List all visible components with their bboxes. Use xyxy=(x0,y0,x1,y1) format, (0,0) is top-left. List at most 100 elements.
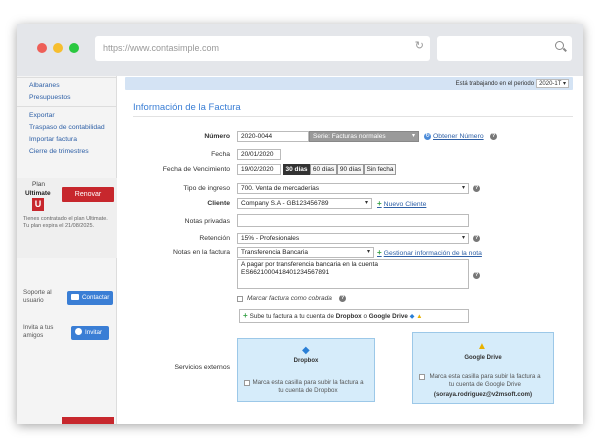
address-text: https://www.contasimple.com xyxy=(103,43,220,53)
sidebar-divider xyxy=(17,77,117,78)
due-none-button[interactable]: Sin fecha xyxy=(364,164,396,175)
cliente-label: Cliente xyxy=(207,200,230,207)
numero-input[interactable]: 2020-0044 xyxy=(237,131,309,142)
period-select[interactable]: 2020-1T ▾ xyxy=(536,79,569,88)
vencimiento-label: Fecha de Vencimiento xyxy=(162,166,230,173)
due-30-button[interactable]: 30 días xyxy=(283,164,310,175)
help-icon[interactable]: ? xyxy=(473,185,480,192)
contactar-label: Contactar xyxy=(82,294,110,301)
invitar-label: Invitar xyxy=(85,329,103,336)
sidebar-link-importar[interactable]: Importar factura xyxy=(29,136,77,143)
help-icon[interactable]: ? xyxy=(473,235,480,242)
sidebar-divider xyxy=(17,106,117,107)
notas-factura-select[interactable]: Transferencia Bancaria ▾ xyxy=(237,247,374,258)
sidebar-link-presupuestos[interactable]: Presupuestos xyxy=(29,94,71,101)
support-text: Soporte al usuario xyxy=(23,289,52,304)
servicios-dropbox: Dropbox xyxy=(335,313,362,320)
gdrive-card: ▲ Google Drive Marca esta casilla para s… xyxy=(412,332,554,404)
chevron-down-icon: ▾ xyxy=(461,235,465,241)
reload-icon[interactable]: ↻ xyxy=(415,41,424,52)
chevron-down-icon: ▾ xyxy=(411,133,415,139)
notas-privadas-label: Notas privadas xyxy=(184,218,230,225)
notas-factura-label: Notas en la factura xyxy=(172,249,230,256)
gdrive-email: (soraya.rodriguez@v2msoft.com) xyxy=(433,391,533,398)
plus-icon: + xyxy=(243,311,248,320)
invite-icon xyxy=(75,328,82,335)
period-strip: Está trabajando en el periodo 2020-1T ▾ xyxy=(125,77,573,90)
sidebar: Albaranes Presupuestos Exportar Traspaso… xyxy=(17,76,117,424)
help-icon[interactable]: ? xyxy=(339,295,346,302)
fecha-input[interactable]: 20/01/2020 xyxy=(237,149,281,160)
tipo-label: Tipo de ingreso xyxy=(183,185,230,192)
browser-search-box[interactable] xyxy=(437,36,572,61)
servicios-o: o xyxy=(363,313,367,320)
plus-icon: + xyxy=(377,248,382,257)
notas-privadas-input[interactable] xyxy=(237,214,469,227)
serie-value: Serie: Facturas normales xyxy=(313,133,386,140)
contactar-button[interactable]: Contactar xyxy=(67,291,113,305)
search-icon xyxy=(555,41,564,50)
period-indicator: Está trabajando en el periodo 2020-1T ▾ xyxy=(456,79,569,88)
sidebar-link-traspaso[interactable]: Traspaso de contabilidad xyxy=(29,124,105,131)
sidebar-link-albaranes[interactable]: Albaranes xyxy=(29,82,60,89)
servicios-gdrive: Google Drive xyxy=(368,313,408,320)
plan-box: Plan Ultimate U Renovar Tienes contratad… xyxy=(17,178,117,258)
servicios-text: Sube tu factura a tu cuenta de xyxy=(249,313,335,320)
address-bar[interactable]: https://www.contasimple.com ↻ xyxy=(95,36,430,61)
tipo-value: 700. Venta de mercaderías xyxy=(241,185,320,192)
renovar-button[interactable]: Renovar xyxy=(62,187,114,202)
mail-icon xyxy=(71,294,79,300)
sidebar-link-cierre[interactable]: Cierre de trimestres xyxy=(29,148,89,155)
gdrive-card-text: Marca esta casilla para subir la factura… xyxy=(429,373,541,388)
nuevo-cliente-label: Nuevo Cliente xyxy=(383,201,427,208)
numero-label: Número xyxy=(204,133,230,140)
plan-badge-icon: U xyxy=(32,198,44,211)
cobrada-label: Marcar factura como cobrada xyxy=(247,295,332,302)
invitar-button[interactable]: Invitar xyxy=(71,326,109,340)
cobrada-checkbox[interactable] xyxy=(237,296,243,302)
dropbox-card-title: Dropbox xyxy=(293,358,319,364)
retencion-label: Retención xyxy=(199,235,230,242)
plan-label: Plan xyxy=(32,181,46,188)
gdrive-card-title: Google Drive xyxy=(464,355,502,361)
refresh-icon[interactable]: ↻ xyxy=(424,133,431,140)
maximize-window-button[interactable] xyxy=(69,43,79,53)
help-icon[interactable]: ? xyxy=(490,133,497,140)
due-60-button[interactable]: 60 días xyxy=(310,164,337,175)
period-text: Está trabajando en el periodo xyxy=(455,81,535,87)
chevron-down-icon: ▾ xyxy=(364,200,368,206)
title-divider xyxy=(133,116,573,117)
notas-factura-value: Transferencia Bancaria xyxy=(241,249,308,256)
main-content: Está trabajando en el periodo 2020-1T ▾ I… xyxy=(117,76,583,424)
dropbox-card: ◆ Dropbox Marca esta casilla para subir … xyxy=(237,338,375,402)
servicios-box[interactable]: + Sube tu factura a tu cuenta de Dropbox … xyxy=(239,309,469,323)
chevron-down-icon: ▾ xyxy=(461,185,465,191)
plan-name: Ultimate xyxy=(25,190,51,197)
invite-text: Invita a tus amigos xyxy=(23,324,54,339)
serie-select[interactable]: Serie: Facturas normales ▾ xyxy=(309,131,419,142)
retencion-select[interactable]: 15% - Profesionales ▾ xyxy=(237,233,469,244)
close-window-button[interactable] xyxy=(37,43,47,53)
chevron-down-icon: ▾ xyxy=(366,249,370,255)
cliente-select[interactable]: Company S.A - GB123456789 ▾ xyxy=(237,198,372,209)
sidebar-link-exportar[interactable]: Exportar xyxy=(29,112,55,119)
obtener-numero-link[interactable]: Obtener Número xyxy=(433,133,484,140)
section-title: Información de la Factura xyxy=(133,102,241,113)
dropbox-icon: ◆ xyxy=(409,313,415,320)
gestionar-nota-link[interactable]: + Gestionar información de la nota xyxy=(377,248,482,257)
google-drive-icon: ▲ xyxy=(416,313,423,320)
nuevo-cliente-link[interactable]: + Nuevo Cliente xyxy=(377,199,426,208)
sidebar-red-button[interactable] xyxy=(62,417,114,424)
plus-icon: + xyxy=(377,199,382,208)
tipo-select[interactable]: 700. Venta de mercaderías ▾ xyxy=(237,183,469,194)
notas-factura-textarea[interactable]: A pagar por transferencia bancaria en la… xyxy=(237,259,469,289)
due-90-button[interactable]: 90 días xyxy=(337,164,364,175)
browser-window: https://www.contasimple.com ↻ Albaranes … xyxy=(17,24,583,424)
period-value: 2020-1T xyxy=(539,81,562,87)
dropbox-card-text: Marca esta casilla para subir la factura… xyxy=(252,379,364,394)
minimize-window-button[interactable] xyxy=(53,43,63,53)
retencion-value: 15% - Profesionales xyxy=(241,235,300,242)
gestionar-label: Gestionar información de la nota xyxy=(383,250,482,257)
vencimiento-input[interactable]: 19/02/2020 xyxy=(237,164,281,175)
help-icon[interactable]: ? xyxy=(473,272,480,279)
